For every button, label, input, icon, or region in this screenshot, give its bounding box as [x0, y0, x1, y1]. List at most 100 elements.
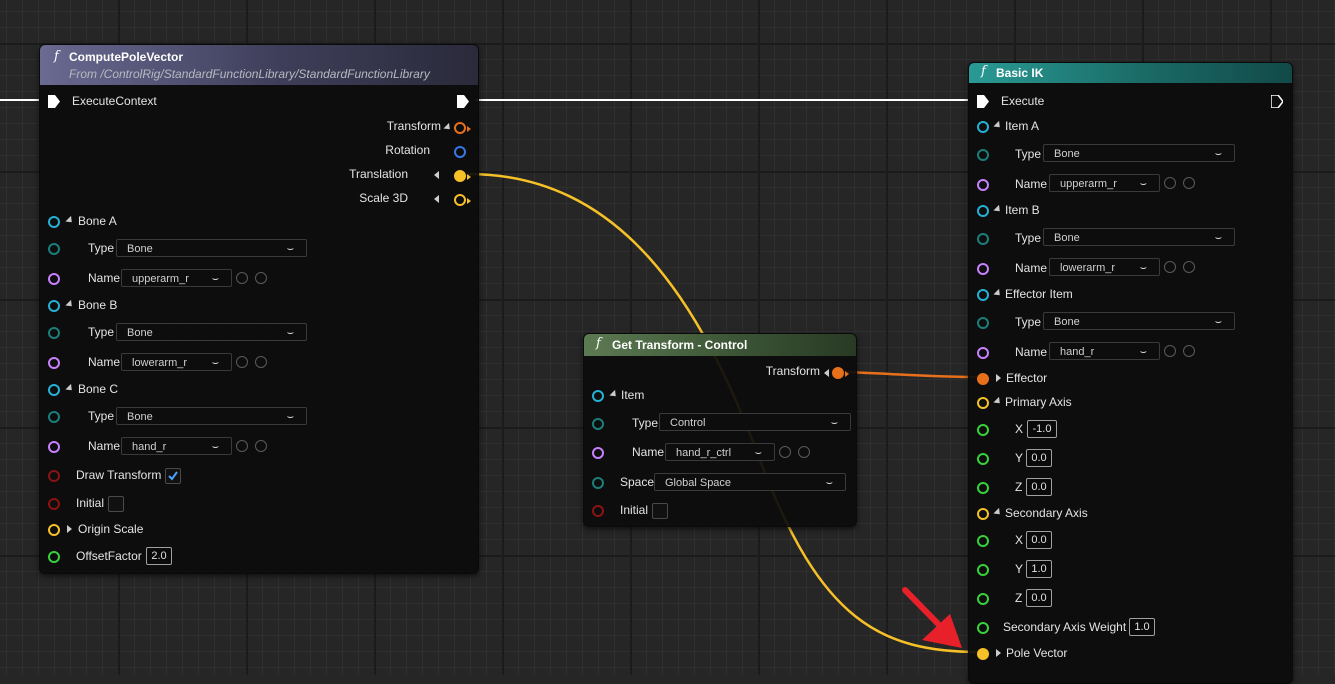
item-a-pin[interactable] [977, 121, 989, 133]
bone-b-type-pin[interactable] [48, 327, 60, 339]
effector-item-type-pin[interactable] [977, 317, 989, 329]
bone-b-name-pin[interactable] [48, 357, 60, 369]
collapse-arrow-icon[interactable] [65, 383, 75, 394]
primary-y-pin[interactable] [977, 453, 989, 465]
primary-z-pin[interactable] [977, 482, 989, 494]
item-a-name-dropdown[interactable]: upperarm_r ⌣ [1049, 174, 1160, 192]
bone-c-name-dropdown[interactable]: hand_r ⌣ [121, 437, 232, 455]
translation-output-pin[interactable] [454, 170, 466, 182]
bone-c-type-pin[interactable] [48, 411, 60, 423]
bone-a-pin[interactable] [48, 216, 60, 228]
use-selected-icon[interactable] [1164, 177, 1176, 189]
item-a-type-pin[interactable] [977, 149, 989, 161]
search-icon[interactable] [1183, 261, 1195, 273]
draw-transform-pin[interactable] [48, 470, 60, 482]
draw-transform-checkbox[interactable] [165, 468, 181, 484]
expand-arrow-icon[interactable] [434, 171, 439, 179]
expand-arrow-icon[interactable] [824, 369, 829, 377]
item-name-pin[interactable] [592, 447, 604, 459]
initial-checkbox[interactable] [652, 503, 668, 519]
primary-z-input[interactable]: 0.0 [1026, 478, 1052, 496]
search-icon[interactable] [255, 272, 267, 284]
secondary-x-pin[interactable] [977, 535, 989, 547]
transform-output-pin[interactable] [454, 122, 466, 134]
item-b-name-dropdown[interactable]: lowerarm_r ⌣ [1049, 258, 1160, 276]
item-b-name-pin[interactable] [977, 263, 989, 275]
primary-axis-pin[interactable] [977, 397, 989, 409]
effector-item-name-dropdown[interactable]: hand_r ⌣ [1049, 342, 1160, 360]
scale-output-pin[interactable] [454, 194, 466, 206]
search-icon[interactable] [798, 446, 810, 458]
node-header[interactable]: f Basic IK [969, 63, 1292, 83]
use-selected-icon[interactable] [779, 446, 791, 458]
bone-a-name-dropdown[interactable]: upperarm_r ⌣ [121, 269, 232, 287]
initial-checkbox[interactable] [108, 496, 124, 512]
use-selected-icon[interactable] [1164, 261, 1176, 273]
bone-a-type-pin[interactable] [48, 243, 60, 255]
origin-scale-pin[interactable] [48, 524, 60, 536]
offset-factor-input[interactable]: 2.0 [146, 547, 172, 565]
bone-a-name-pin[interactable] [48, 273, 60, 285]
effector-item-pin[interactable] [977, 289, 989, 301]
bone-b-name-dropdown[interactable]: lowerarm_r ⌣ [121, 353, 232, 371]
transform-output-pin[interactable] [832, 367, 844, 379]
expand-arrow-icon[interactable] [434, 195, 439, 203]
node-header[interactable]: f Get Transform - Control [584, 334, 856, 356]
item-type-pin[interactable] [592, 418, 604, 430]
bone-c-name-pin[interactable] [48, 441, 60, 453]
expand-arrow-icon[interactable] [67, 525, 72, 533]
collapse-arrow-icon[interactable] [993, 507, 1003, 518]
exec-out-pin[interactable] [457, 95, 469, 108]
initial-pin[interactable] [48, 498, 60, 510]
use-selected-icon[interactable] [1164, 345, 1176, 357]
expand-arrow-icon[interactable] [996, 374, 1001, 382]
bone-c-type-dropdown[interactable]: Bone ⌣ [116, 407, 307, 425]
collapse-arrow-icon[interactable] [993, 396, 1003, 407]
secondary-z-pin[interactable] [977, 593, 989, 605]
effector-item-type-dropdown[interactable]: Bone ⌣ [1043, 312, 1235, 330]
secondary-axis-weight-pin[interactable] [977, 622, 989, 634]
search-icon[interactable] [255, 356, 267, 368]
get-transform-control-node[interactable]: f Get Transform - Control Transform Item… [583, 333, 857, 527]
secondary-axis-pin[interactable] [977, 508, 989, 520]
collapse-arrow-icon[interactable] [609, 389, 619, 400]
item-pin[interactable] [592, 390, 604, 402]
basic-ik-node[interactable]: f Basic IK Execute Item A Type Bone ⌣ Nam… [968, 62, 1293, 684]
rotation-output-pin[interactable] [454, 146, 466, 158]
secondary-x-input[interactable]: 0.0 [1026, 531, 1052, 549]
secondary-y-input[interactable]: 1.0 [1026, 560, 1052, 578]
secondary-axis-weight-input[interactable]: 1.0 [1129, 618, 1155, 636]
item-b-type-dropdown[interactable]: Bone ⌣ [1043, 228, 1235, 246]
expand-arrow-icon[interactable] [443, 122, 453, 133]
item-a-type-dropdown[interactable]: Bone ⌣ [1043, 144, 1235, 162]
search-icon[interactable] [1183, 345, 1195, 357]
secondary-y-pin[interactable] [977, 564, 989, 576]
primary-y-input[interactable]: 0.0 [1026, 449, 1052, 467]
use-selected-icon[interactable] [236, 356, 248, 368]
collapse-arrow-icon[interactable] [993, 120, 1003, 131]
exec-in-pin[interactable] [48, 95, 60, 108]
bone-b-type-dropdown[interactable]: Bone ⌣ [116, 323, 307, 341]
pole-vector-pin[interactable] [977, 648, 989, 660]
primary-x-input[interactable]: -1.0 [1027, 420, 1057, 438]
collapse-arrow-icon[interactable] [993, 288, 1003, 299]
item-b-pin[interactable] [977, 205, 989, 217]
collapse-arrow-icon[interactable] [993, 204, 1003, 215]
space-pin[interactable] [592, 477, 604, 489]
initial-pin[interactable] [592, 505, 604, 517]
bone-c-pin[interactable] [48, 384, 60, 396]
secondary-z-input[interactable]: 0.0 [1026, 589, 1052, 607]
collapse-arrow-icon[interactable] [65, 215, 75, 226]
item-name-dropdown[interactable]: hand_r_ctrl ⌣ [665, 443, 775, 461]
primary-x-pin[interactable] [977, 424, 989, 436]
offset-factor-pin[interactable] [48, 551, 60, 563]
effector-item-name-pin[interactable] [977, 347, 989, 359]
exec-out-pin[interactable] [1271, 95, 1283, 108]
use-selected-icon[interactable] [236, 272, 248, 284]
bone-a-type-dropdown[interactable]: Bone ⌣ [116, 239, 307, 257]
item-b-type-pin[interactable] [977, 233, 989, 245]
search-icon[interactable] [255, 440, 267, 452]
expand-arrow-icon[interactable] [996, 649, 1001, 657]
effector-pin[interactable] [977, 373, 989, 385]
use-selected-icon[interactable] [236, 440, 248, 452]
